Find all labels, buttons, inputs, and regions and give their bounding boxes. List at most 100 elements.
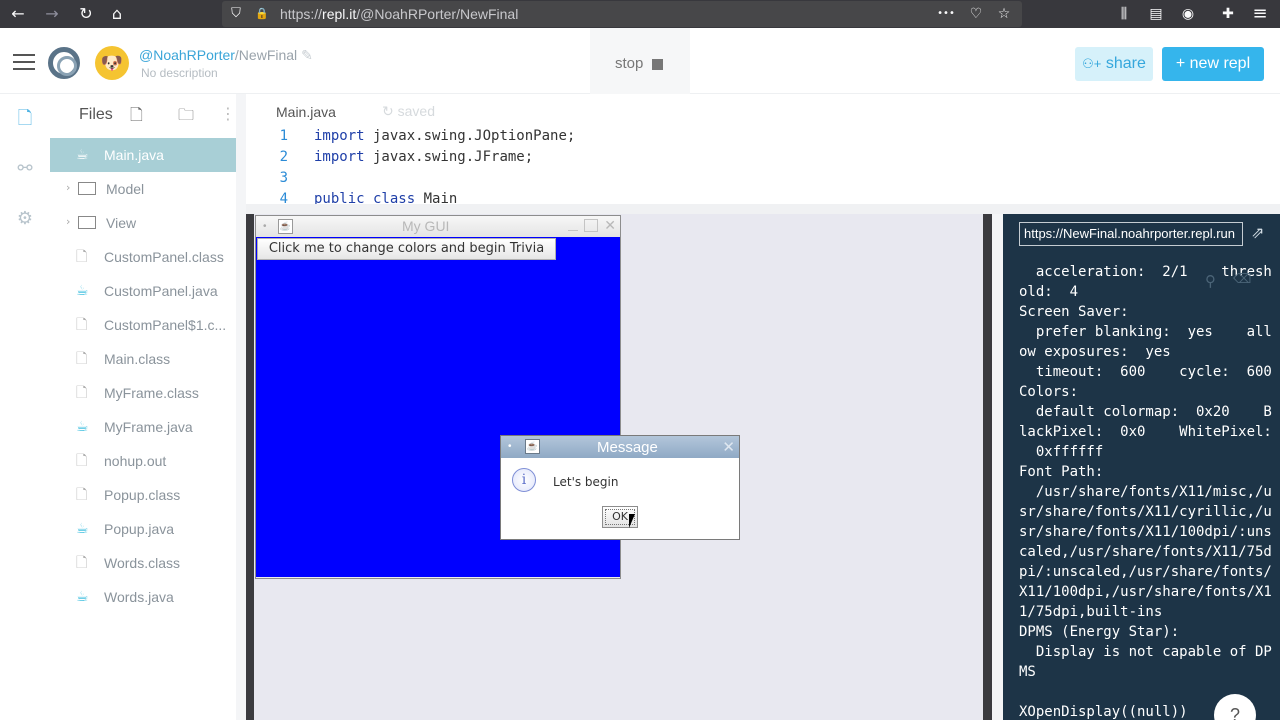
mouse-cursor-icon xyxy=(629,514,635,528)
pocket-icon[interactable]: ♡ xyxy=(966,4,986,24)
shield-icon[interactable]: ⛉ xyxy=(226,4,246,24)
my-gui-title: My GUI xyxy=(402,218,450,234)
file-icon: 🗋 xyxy=(76,555,88,571)
dialog-close-icon[interactable]: ✕ xyxy=(722,438,735,456)
file-item[interactable]: ☕ Words.java xyxy=(50,580,236,614)
chevron-right-icon[interactable]: › xyxy=(66,215,70,228)
file-item[interactable]: 🗋 CustomPanel.class xyxy=(50,240,236,274)
file-label: MyFrame.class xyxy=(104,385,199,401)
hamburger-menu-icon[interactable] xyxy=(13,54,35,70)
version-control-icon[interactable]: ⚯ xyxy=(14,158,36,180)
output-edge xyxy=(983,214,992,720)
save-status: ↻ saved xyxy=(382,103,435,119)
folder-label: Model xyxy=(106,181,145,197)
message-dialog-titlebar[interactable]: • ☕ Message ✕ xyxy=(501,436,739,458)
file-label: Popup.java xyxy=(104,521,175,537)
file-icon: 🗋 xyxy=(76,351,88,367)
browser-toolbar: ← → ↻ ⌂ ⛉ 🔒 https://repl.it/@NoahRPorter… xyxy=(0,0,1280,28)
add-folder-icon[interactable]: 🗀 xyxy=(178,104,194,131)
code-line[interactable]: import javax.swing.JOptionPane; xyxy=(314,128,575,144)
file-item[interactable]: 🗋 Words.class xyxy=(50,546,236,580)
share-button[interactable]: ⚇+ share xyxy=(1075,47,1153,81)
stop-icon[interactable] xyxy=(652,59,663,70)
files-more-icon[interactable]: ⋮ xyxy=(220,104,236,123)
file-item[interactable]: ☕ MyFrame.java xyxy=(50,410,236,444)
stop-label[interactable]: stop xyxy=(615,55,643,72)
code-line[interactable]: import javax.swing.JFrame; xyxy=(314,149,533,165)
console-output: acceleration: 2/1 thresh old: 4 Screen S… xyxy=(1019,264,1272,720)
minimize-icon[interactable] xyxy=(568,230,578,231)
file-icon: 🗋 xyxy=(76,249,88,265)
repl-description[interactable]: No description xyxy=(141,66,218,80)
file-label: Main.class xyxy=(104,351,171,367)
file-item[interactable]: 🗋 nohup.out xyxy=(50,444,236,478)
console-pane[interactable]: https://NewFinal.noahrporter.repl.run ⇗ … xyxy=(1003,214,1280,720)
sidebar-icon[interactable]: ▤ xyxy=(1146,4,1166,24)
extensions-icon[interactable]: ✚ xyxy=(1218,4,1238,24)
change-colors-trivia-button[interactable]: Click me to change colors and begin Triv… xyxy=(257,238,556,260)
file-item[interactable]: 🗋 CustomPanel$1.c... xyxy=(50,308,236,342)
account-icon[interactable]: ◉ xyxy=(1178,4,1198,24)
file-label: Words.class xyxy=(104,555,180,571)
forward-icon[interactable]: → xyxy=(42,4,62,24)
console-clear-icon[interactable]: ⌫ xyxy=(1233,272,1251,287)
avatar[interactable]: 🐶 xyxy=(95,46,129,80)
dialog-menu-dot[interactable]: • xyxy=(508,441,512,452)
bookmark-star-icon[interactable]: ☆ xyxy=(994,4,1014,24)
maximize-icon[interactable] xyxy=(584,219,598,232)
repl-title[interactable]: @NoahRPorter/NewFinal ✎ xyxy=(139,47,313,64)
file-label: CustomPanel.class xyxy=(104,249,224,265)
edit-pencil-icon[interactable]: ✎ xyxy=(301,47,313,63)
java-app-icon: ☕ xyxy=(278,219,293,234)
file-item[interactable]: ☕ Popup.java xyxy=(50,512,236,546)
file-icon: 🗋 xyxy=(76,317,88,333)
window-menu-dot[interactable]: • xyxy=(263,221,267,232)
lock-icon[interactable]: 🔒 xyxy=(252,4,272,24)
file-label: MyFrame.java xyxy=(104,419,193,435)
console-search-icon[interactable]: ⚲ xyxy=(1205,272,1216,290)
editor-resize-handle[interactable] xyxy=(246,204,1280,214)
file-item[interactable]: 🗋 Main.class xyxy=(50,342,236,376)
folder-icon xyxy=(78,182,96,195)
saved-status-icon: ↻ xyxy=(382,103,394,119)
message-dialog[interactable]: • ☕ Message ✕ i Let's begin OK xyxy=(500,435,740,540)
code-editor[interactable]: Main.java ↻ saved 1 import javax.swing.JO… xyxy=(246,94,1280,204)
console-url-field[interactable]: https://NewFinal.noahrporter.repl.run xyxy=(1019,222,1243,246)
java-app-icon: ☕ xyxy=(525,439,540,454)
home-icon[interactable]: ⌂ xyxy=(107,4,127,24)
folder-icon xyxy=(78,216,96,229)
panel-divider-right[interactable] xyxy=(992,214,1003,720)
settings-gear-icon[interactable]: ⚙ xyxy=(14,208,36,230)
files-icon[interactable]: 🗋 xyxy=(14,108,36,130)
browser-menu-icon[interactable]: ≡ xyxy=(1250,4,1270,24)
library-icon[interactable]: ⫼ xyxy=(1114,4,1134,24)
file-item[interactable]: ☕ CustomPanel.java xyxy=(50,274,236,308)
file-item[interactable]: 🗋 Popup.class xyxy=(50,478,236,512)
files-panel: Files 🗋 🗀 ⋮ ☕ Main.java › Model › View 🗋 Custom… xyxy=(50,94,236,720)
address-bar[interactable]: ⛉ 🔒 https://repl.it/@NoahRPorter/NewFina… xyxy=(222,1,1022,27)
add-file-icon[interactable]: 🗋 xyxy=(130,104,143,131)
file-icon: 🗋 xyxy=(76,487,88,503)
file-label: nohup.out xyxy=(104,453,167,469)
java-file-icon: ☕ xyxy=(76,147,89,163)
code-line[interactable]: public class Main xyxy=(314,191,457,204)
new-repl-button[interactable]: + new repl xyxy=(1162,47,1264,81)
chevron-right-icon[interactable]: › xyxy=(66,181,70,194)
file-item[interactable]: ☕ Main.java xyxy=(50,138,236,172)
reload-icon[interactable]: ↻ xyxy=(76,4,96,24)
close-icon[interactable]: ✕ xyxy=(604,218,616,234)
folder-item[interactable]: › View xyxy=(50,206,236,240)
folder-item[interactable]: › Model xyxy=(50,172,236,206)
java-file-icon: ☕ xyxy=(76,283,89,299)
page-actions-icon[interactable]: ••• xyxy=(936,4,956,24)
panel-divider[interactable] xyxy=(236,94,246,720)
my-gui-titlebar[interactable]: • ☕ My GUI ✕ xyxy=(256,216,620,237)
open-external-icon[interactable]: ⇗ xyxy=(1251,223,1264,242)
replit-logo[interactable] xyxy=(48,47,80,79)
file-icon: 🗋 xyxy=(76,453,88,469)
file-item[interactable]: 🗋 MyFrame.class xyxy=(50,376,236,410)
folder-label: View xyxy=(106,215,137,231)
editor-tab-main-java[interactable]: Main.java xyxy=(276,104,336,120)
files-panel-title: Files xyxy=(79,106,113,123)
back-icon[interactable]: ← xyxy=(8,4,28,24)
